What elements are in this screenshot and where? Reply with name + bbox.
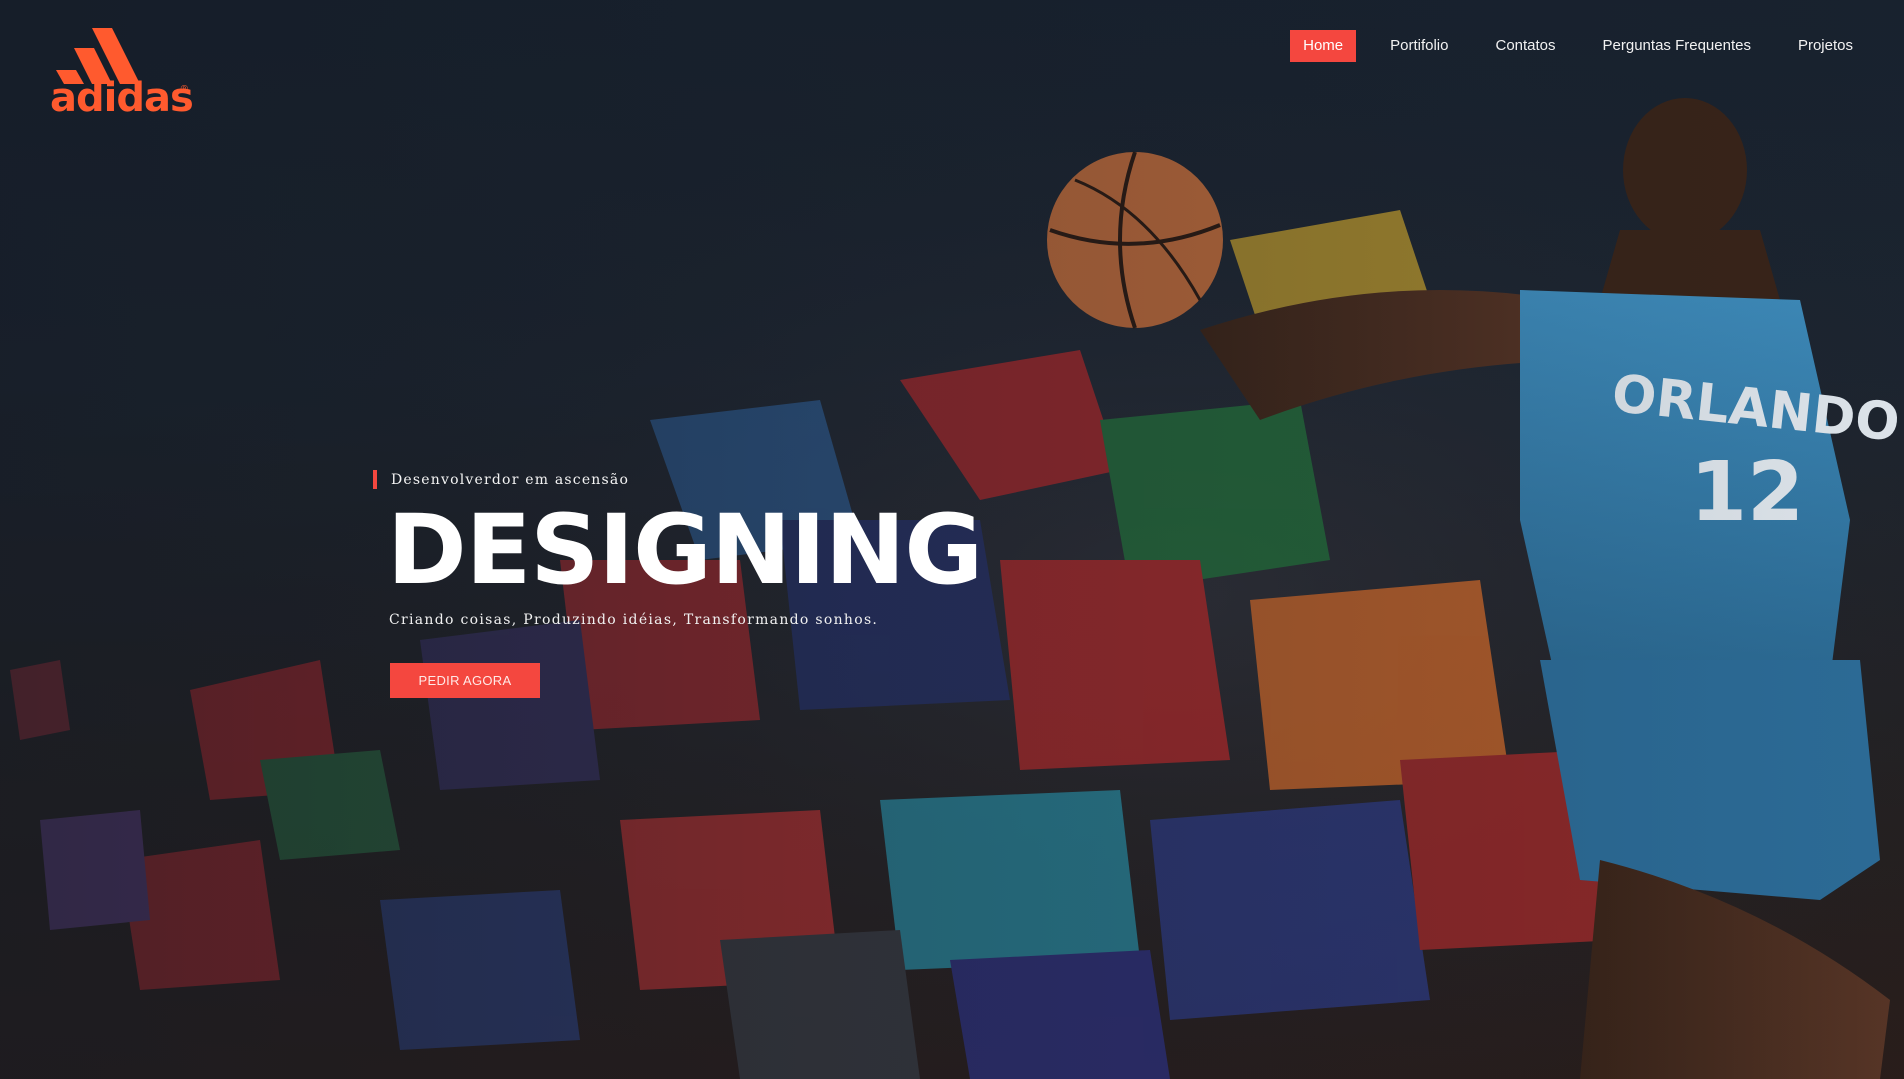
hero-eyebrow: Desenvolverdor em ascensão: [373, 470, 629, 489]
pedir-agora-button[interactable]: PEDIR AGORA: [390, 663, 540, 698]
nav-item-perguntas-frequentes[interactable]: Perguntas Frequentes: [1590, 30, 1764, 62]
eyebrow-accent-bar: [373, 470, 377, 489]
svg-text:12: 12: [1690, 445, 1804, 540]
hero-subline: Criando coisas, Produzindo idéias, Trans…: [389, 612, 879, 628]
nav-item-projetos[interactable]: Projetos: [1785, 30, 1866, 62]
main-nav: Home Portifolio Contatos Perguntas Frequ…: [1269, 30, 1866, 62]
nav-item-portifolio[interactable]: Portifolio: [1377, 30, 1461, 62]
nav-item-home[interactable]: Home: [1290, 30, 1357, 62]
hero-section: ORLANDO 12 adidas ® Home Portifolio Cont…: [0, 0, 1904, 1079]
brand-logo[interactable]: adidas ®: [50, 26, 194, 118]
registered-mark: ®: [180, 84, 188, 95]
eyebrow-text: Desenvolverdor em ascensão: [391, 471, 630, 488]
brand-name: adidas: [50, 75, 194, 121]
hero-headline: DESIGNING: [387, 494, 983, 606]
nav-item-contatos[interactable]: Contatos: [1482, 30, 1568, 62]
